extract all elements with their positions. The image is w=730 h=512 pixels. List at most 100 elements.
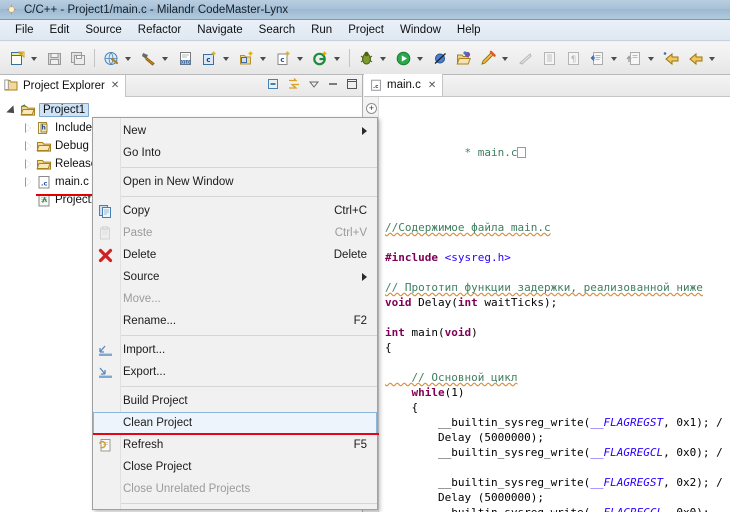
forward-nav-button[interactable]	[623, 47, 645, 69]
search-marker-dropdown-arrow[interactable]	[500, 47, 511, 69]
menu-navigate[interactable]: Navigate	[189, 22, 250, 38]
skip-breakpoints-button[interactable]	[429, 47, 451, 69]
context-menu-item-go-into[interactable]: Go Into	[93, 142, 377, 164]
new-folder-button[interactable]	[235, 47, 257, 69]
save-button[interactable]	[43, 47, 65, 69]
toggle-block-selection-button[interactable]	[538, 47, 560, 69]
code-token: __FLAGREGST	[590, 476, 664, 489]
binary-button[interactable]: 010	[174, 47, 196, 69]
context-menu-item-clean-project[interactable]: Clean Project	[93, 412, 377, 434]
context-menu-item-close-project[interactable]: Close Project	[93, 456, 377, 478]
context-menu-item-source[interactable]: Source	[93, 266, 377, 288]
close-icon[interactable]: ✕	[111, 80, 119, 91]
context-menu-item-rename[interactable]: Rename... F2	[93, 310, 377, 332]
link-with-editor-icon[interactable]	[287, 77, 301, 91]
build-dropdown-arrow[interactable]	[160, 47, 171, 69]
binary-010-icon: 010	[177, 50, 194, 67]
show-whitespace-button[interactable]: ¶	[562, 47, 584, 69]
back-history-button[interactable]	[660, 47, 682, 69]
fold-expand-icon[interactable]: +	[366, 103, 377, 114]
context-menu-item-import[interactable]: Import...	[93, 339, 377, 361]
new-c-cpp-project-dropdown-arrow[interactable]	[221, 47, 232, 69]
build-button[interactable]	[137, 47, 159, 69]
view-menu-icon[interactable]	[308, 78, 320, 90]
expand-arrow-icon[interactable]	[6, 104, 18, 116]
menu-window[interactable]: Window	[392, 22, 449, 38]
new-c-file-dropdown-arrow[interactable]	[295, 47, 306, 69]
context-menu-item-build-project[interactable]: Build Project	[93, 390, 377, 412]
delete-x-icon	[97, 247, 114, 264]
last-edit-location-button[interactable]	[586, 47, 608, 69]
build-all-button[interactable]	[100, 47, 122, 69]
new-file-button[interactable]	[6, 47, 28, 69]
new-folder-dropdown-arrow[interactable]	[258, 47, 269, 69]
menu-file[interactable]: File	[7, 22, 42, 38]
code-lines-container: //Содержимое файла main.c #include <sysre…	[385, 205, 730, 512]
build-all-dropdown-arrow[interactable]	[123, 47, 134, 69]
tab-project-explorer[interactable]: Project Explorer ✕	[0, 74, 127, 97]
code-token: void	[385, 296, 419, 309]
collapse-arrow-icon[interactable]	[22, 176, 34, 188]
menu-source[interactable]: Source	[77, 22, 129, 38]
code-token: #include	[385, 251, 445, 264]
svg-text:c: c	[280, 56, 284, 64]
save-all-button[interactable]	[67, 47, 89, 69]
up-arrow-doc-icon	[625, 50, 643, 67]
menu-project[interactable]: Project	[340, 22, 392, 38]
maximize-icon[interactable]	[346, 78, 358, 90]
open-resource-button[interactable]	[453, 47, 475, 69]
code-token: {	[385, 341, 392, 354]
context-menu-item-delete[interactable]: Delete Delete	[93, 244, 377, 266]
context-menu-item-copy[interactable]: Copy Ctrl+C	[93, 200, 377, 222]
code-line: __builtin_sysreg_write(__FLAGREGST, 0x1)…	[385, 415, 730, 430]
debug-dropdown-arrow[interactable]	[378, 47, 389, 69]
source-code-text[interactable]: * main.c //Содержимое файла main.c #inclu…	[379, 97, 730, 512]
run-dropdown-arrow[interactable]	[415, 47, 426, 69]
debug-button[interactable]	[355, 47, 377, 69]
menu-edit[interactable]: Edit	[42, 22, 78, 38]
menu-search[interactable]: Search	[251, 22, 303, 38]
forward-nav-dropdown-arrow[interactable]	[646, 47, 657, 69]
last-edit-dropdown-arrow[interactable]	[609, 47, 620, 69]
search-marker-button[interactable]	[477, 47, 499, 69]
svg-text:.c: .c	[373, 84, 379, 90]
context-menu-separator	[121, 335, 377, 336]
project-explorer-icon	[4, 78, 19, 93]
context-menu-item-label: Paste	[123, 227, 153, 239]
context-menu-item-open-in-new-window[interactable]: Open in New Window	[93, 171, 377, 193]
new-file-dropdown-arrow[interactable]	[29, 47, 40, 69]
code-line: __builtin_sysreg_write(__FLAGREGST, 0x2)…	[385, 475, 730, 490]
context-menu-item-refresh[interactable]: Refresh F5	[93, 434, 377, 456]
collapse-arrow-icon[interactable]	[22, 122, 34, 134]
menu-help[interactable]: Help	[449, 22, 489, 38]
new-c-cpp-project-button[interactable]: c	[198, 47, 220, 69]
new-class-dropdown-arrow[interactable]	[332, 47, 343, 69]
menu-refactor[interactable]: Refactor	[130, 22, 189, 38]
code-token: while	[411, 386, 445, 399]
forward-history-button[interactable]	[684, 47, 706, 69]
collapse-all-icon[interactable]	[266, 77, 280, 91]
c-file-icon: .c	[369, 78, 383, 92]
context-menu-item-export[interactable]: Export...	[93, 361, 377, 383]
tab-mainc[interactable]: .c main.c ✕	[364, 74, 444, 96]
open-folder-icon	[455, 50, 473, 67]
next-annotation-button[interactable]	[514, 47, 536, 69]
new-class-button[interactable]	[309, 47, 331, 69]
collapse-arrow-icon[interactable]	[22, 140, 34, 152]
forward-history-dropdown-arrow[interactable]	[707, 47, 718, 69]
minimize-icon[interactable]	[327, 78, 339, 90]
menu-run[interactable]: Run	[303, 22, 340, 38]
code-token: __builtin_sysreg_write(	[385, 416, 591, 429]
collapse-arrow-icon[interactable]	[22, 158, 34, 170]
close-icon[interactable]: ✕	[428, 80, 436, 91]
toolbar-separator	[94, 49, 95, 67]
code-token: , 0x2); /	[663, 476, 723, 489]
run-button[interactable]	[392, 47, 414, 69]
new-c-file-button[interactable]: c	[272, 47, 294, 69]
new-folder-icon	[238, 50, 255, 67]
code-header-line: * main.c	[385, 130, 730, 175]
context-menu-item-new[interactable]: New	[93, 120, 377, 142]
code-token: waitTicks);	[484, 296, 558, 309]
